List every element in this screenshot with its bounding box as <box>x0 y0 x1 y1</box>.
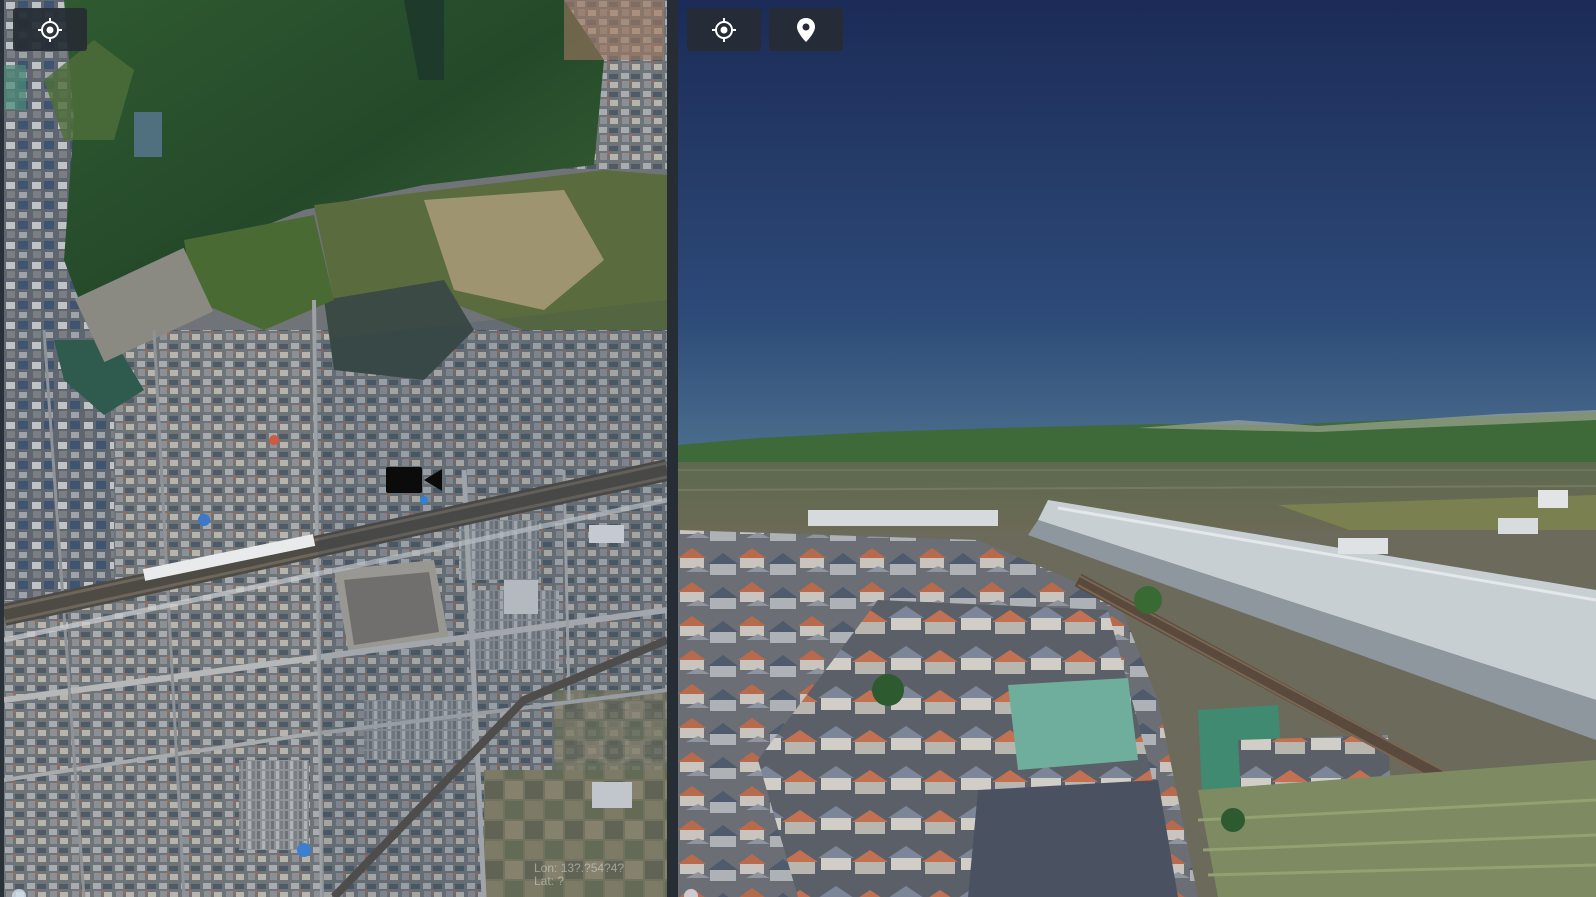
pin-button[interactable] <box>769 8 843 51</box>
scene-3d-render[interactable] <box>678 0 1596 897</box>
map-pin-icon <box>797 17 815 42</box>
crosshair-locate-icon <box>38 17 62 42</box>
compass-indicator <box>684 889 698 897</box>
video-camera-icon[interactable] <box>386 465 444 495</box>
latitude-text: Lat: ? <box>534 874 565 888</box>
locate-button-2d[interactable] <box>13 8 87 51</box>
compass-indicator <box>12 889 26 897</box>
aerial-map-view[interactable]: Lon: 13?.?54?4? Lat: ? <box>4 0 667 897</box>
crosshair-locate-icon <box>712 17 736 42</box>
coordinate-readout: Lon: 13?.?54?4? Lat: ? <box>534 862 624 888</box>
panel-divider[interactable] <box>667 0 678 897</box>
dual-map-viewer: Lon: 13?.?54?4? Lat: ? <box>0 0 1596 897</box>
locate-button-3d[interactable] <box>687 8 761 51</box>
scene-3d-view[interactable] <box>678 0 1596 897</box>
aerial-imagery[interactable] <box>4 0 667 897</box>
